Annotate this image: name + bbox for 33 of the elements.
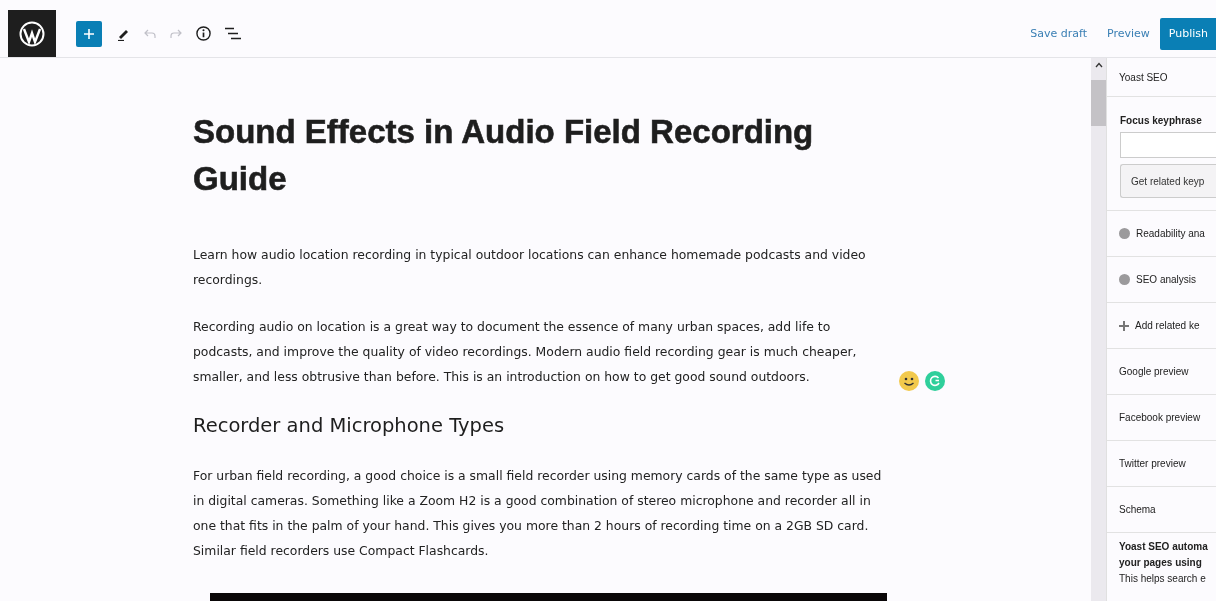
scrollbar-thumb[interactable] <box>1091 80 1106 126</box>
status-dot-icon <box>1119 274 1130 285</box>
post-title: Sound Effects in Audio Field Recording Guide <box>193 112 815 199</box>
schema-text: your pages using <box>1119 556 1202 570</box>
sidebar-section[interactable]: Readability ana <box>1107 211 1216 257</box>
section-heading: Recorder and Microphone Types <box>193 413 506 439</box>
keyphrase-input[interactable] <box>1120 132 1216 158</box>
plus-icon <box>1119 320 1129 331</box>
toolbar-link[interactable]: Save draft <box>1020 27 1097 40</box>
sidebar-section[interactable]: Google preview <box>1107 349 1216 395</box>
sidebar-section[interactable]: Twitter preview <box>1107 441 1216 487</box>
paragraph: Learn how audio location recording in typical outdoor locations can enhance homemade podcasts and video recordings. <box>193 246 867 289</box>
panel-title: Yoast SEO <box>1119 71 1168 83</box>
field-label: Focus keyphrase <box>1120 115 1202 126</box>
paragraph: For urban field recording, a good choice is a small field recorder using memory cards of the same type as used in digital cameras. Something like a Zoom H2 is a good combination of stereo microphone and recorder all in one that fits in the palm of your hand. This gives you more than 2 hours of recording time on a 2GB SD card. Similar field recorders use Compact Flashcards. <box>193 467 883 560</box>
schema-text: Yoast SEO automa <box>1119 540 1208 554</box>
outline-icon[interactable] <box>225 27 241 40</box>
add-block-button[interactable] <box>76 20 102 47</box>
related-keyphrase-button[interactable]: Get related keyp <box>1120 164 1216 198</box>
wordpress-logo[interactable] <box>8 10 56 57</box>
sidebar-section[interactable]: Add related ke <box>1107 303 1216 349</box>
paragraph: Recording audio on location is a great way to document the essence of many urban spaces, add life to podcasts, and improve the quality of video recordings. Modern audio field recording gear is much cheaper, smaller, and less obtrusive than before. This is an introduction on how to get good sound outdoors. <box>193 318 858 386</box>
info-icon[interactable] <box>196 26 211 41</box>
sidebar-section[interactable]: SEO analysis <box>1107 257 1216 303</box>
smiley-icon[interactable] <box>899 371 919 391</box>
sidebar-section[interactable]: Facebook preview <box>1107 395 1216 441</box>
publish-button[interactable]: Publish <box>1159 17 1216 50</box>
caret-up-icon[interactable] <box>1094 62 1103 68</box>
toolbar-link[interactable]: Preview <box>1096 27 1160 40</box>
schema-text: This helps search e <box>1119 572 1206 586</box>
plus-icon <box>83 27 95 40</box>
sidebar-section[interactable]: Schema <box>1107 487 1216 533</box>
status-dot-icon <box>1119 228 1130 239</box>
